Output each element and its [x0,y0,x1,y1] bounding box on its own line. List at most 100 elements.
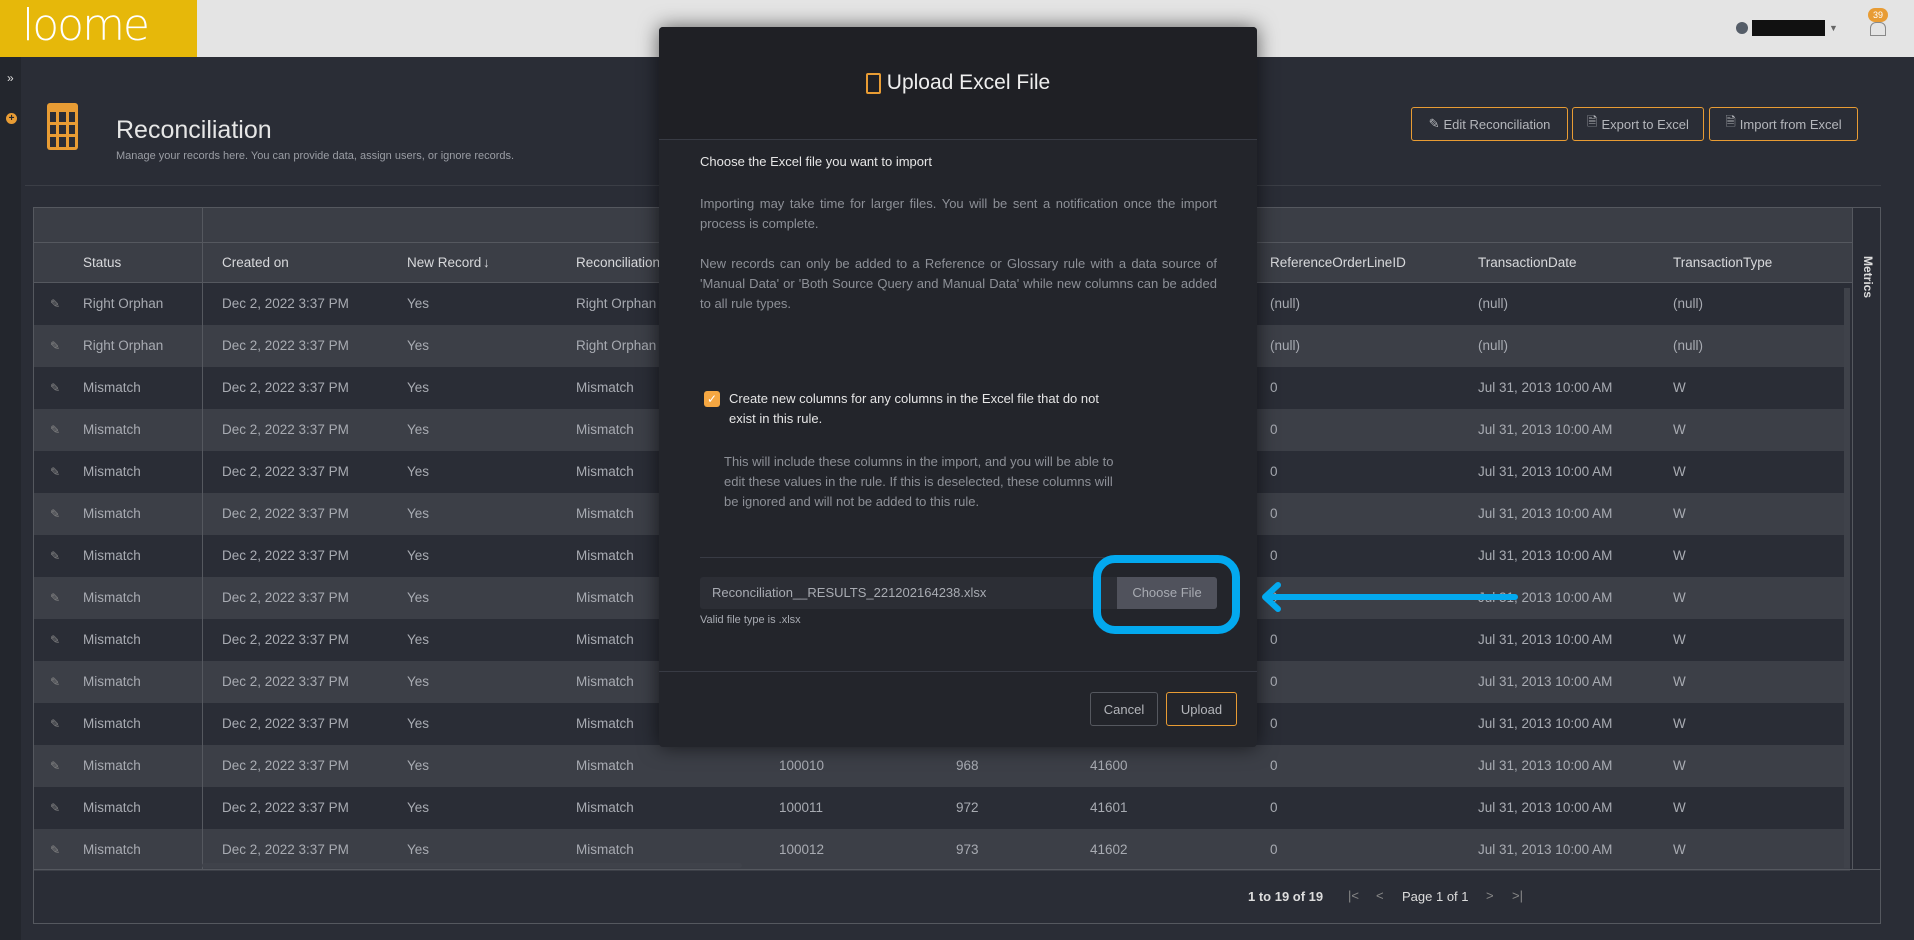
table-cell: (null) [1673,338,1704,353]
add-icon[interactable]: + [6,113,17,124]
edit-pencil-icon[interactable]: ✎ [50,577,60,619]
table-cell: W [1673,716,1686,731]
modal-info-2: New records can only be added to a Refer… [700,256,1217,311]
table-cell: Right Orphan [83,296,164,311]
edit-pencil-icon[interactable]: ✎ [50,535,60,577]
modal-title: Upload Excel File [886,71,1051,94]
column-header[interactable]: TransactionDate [1478,243,1577,283]
table-cell: Jul 31, 2013 10:00 AM [1478,758,1613,773]
globe-icon [1736,22,1748,34]
edit-pencil-icon[interactable]: ✎ [50,283,60,325]
edit-pencil-icon[interactable]: ✎ [50,409,60,451]
table-cell: Yes [407,422,430,437]
table-cell: Jul 31, 2013 10:00 AM [1478,842,1613,857]
table-cell: Yes [407,338,430,353]
export-excel-button[interactable]: 🗎 Export to Excel [1572,107,1704,141]
table-cell: Mismatch [83,716,141,731]
table-cell: (null) [1478,338,1509,353]
edit-reconciliation-button[interactable]: ✎ Edit Reconciliation [1411,107,1568,141]
table-cell: Right Orphan [83,338,164,353]
modal-footer-divider [659,671,1257,672]
logo[interactable]: loome [0,0,197,57]
table-cell: Jul 31, 2013 10:00 AM [1478,422,1613,437]
import-excel-button[interactable]: 🗎 Import from Excel [1709,107,1858,141]
table-cell: Mismatch [83,548,141,563]
column-header[interactable]: New Record [407,243,481,283]
table-cell: Mismatch [83,422,141,437]
edit-pencil-icon[interactable]: ✎ [50,745,60,787]
create-columns-help: This will include these columns in the i… [724,454,1114,509]
vertical-scrollbar[interactable] [1844,288,1850,868]
create-columns-label[interactable]: Create new columns for any columns in th… [729,389,1119,429]
horizontal-scrollbar[interactable] [202,863,742,868]
first-page-button[interactable]: |< [1348,888,1359,903]
table-cell: Mismatch [83,800,141,815]
edit-pencil-icon[interactable]: ✎ [50,493,60,535]
edit-pencil-icon[interactable]: ✎ [50,661,60,703]
row-count: 1 to 19 of 19 [1248,889,1324,904]
redacted-username [1752,20,1825,36]
table-cell: 968 [956,758,979,773]
table-cell: 0 [1270,548,1278,563]
table-cell: Right Orphan [576,338,657,353]
bell-icon[interactable] [1870,22,1886,36]
table-cell: 100010 [779,758,825,773]
table-cell: Dec 2, 2022 3:37 PM [222,716,349,731]
table-cell: 0 [1270,674,1278,689]
table-cell: Dec 2, 2022 3:37 PM [222,296,349,311]
excel-file-icon: 🗎 [1587,114,1598,129]
column-header[interactable]: Reconciliation [576,243,660,283]
next-page-button[interactable]: > [1486,888,1494,903]
user-menu[interactable]: ▼ [1736,20,1838,36]
table-cell: Mismatch [576,716,634,731]
table-cell: 0 [1270,758,1278,773]
table-cell: Mismatch [576,464,634,479]
cancel-button[interactable]: Cancel [1090,692,1158,726]
page-subtitle: Manage your records here. You can provid… [116,150,515,162]
edit-pencil-icon[interactable]: ✎ [50,703,60,745]
table-cell: Mismatch [576,632,634,647]
column-header[interactable]: TransactionType [1673,243,1772,283]
edit-label: Edit Reconciliation [1443,116,1551,132]
edit-pencil-icon[interactable]: ✎ [50,367,60,409]
column-header[interactable]: ReferenceOrderLineID [1270,243,1406,283]
table-cell: Dec 2, 2022 3:37 PM [222,464,349,479]
table-cell: Right Orphan [576,296,657,311]
upload-button[interactable]: Upload [1166,692,1237,726]
table-cell: 100011 [779,800,824,815]
pagination-bar: 1 to 19 of 19 |< < Page 1 of 1 > >| [34,869,1880,923]
table-cell: Dec 2, 2022 3:37 PM [222,422,349,437]
table-cell: (null) [1270,296,1301,311]
edit-pencil-icon[interactable]: ✎ [50,829,60,871]
table-cell: 100012 [779,842,825,857]
edit-pencil-icon[interactable]: ✎ [50,325,60,367]
prev-page-button[interactable]: < [1376,888,1384,903]
table-cell: Mismatch [576,800,634,815]
table-cell: W [1673,548,1686,563]
column-header[interactable]: Status [83,243,121,283]
create-columns-checkbox[interactable]: ✓ [704,391,720,407]
table-row[interactable]: ✎ Mismatch Dec 2, 2022 3:37 PM Yes Mismatch 1… [34,745,1850,787]
table-cell: Dec 2, 2022 3:37 PM [222,548,349,563]
modal-header: Upload Excel File [659,27,1257,140]
column-header[interactable]: Created on [222,243,289,283]
export-label: Export to Excel [1601,116,1689,132]
table-cell: Dec 2, 2022 3:37 PM [222,380,349,395]
table-cell: Jul 31, 2013 10:00 AM [1478,800,1613,815]
table-row[interactable]: ✎ Mismatch Dec 2, 2022 3:37 PM Yes Mismatch 1… [34,787,1850,829]
table-cell: W [1673,506,1686,521]
edit-pencil-icon[interactable]: ✎ [50,787,60,829]
table-cell: Mismatch [83,380,141,395]
metrics-panel-tab[interactable]: Metrics [1852,208,1880,869]
expand-icon[interactable]: » [7,71,14,85]
edit-pencil-icon[interactable]: ✎ [50,619,60,661]
table-cell: Jul 31, 2013 10:00 AM [1478,548,1613,563]
table-cell: Yes [407,296,430,311]
table-cell: 973 [956,842,979,857]
table-cell: Mismatch [83,674,141,689]
file-icon [865,72,881,94]
arrow-annotation-icon [1262,582,1518,612]
last-page-button[interactable]: >| [1512,888,1523,903]
table-cell: 41601 [1090,800,1128,815]
edit-pencil-icon[interactable]: ✎ [50,451,60,493]
